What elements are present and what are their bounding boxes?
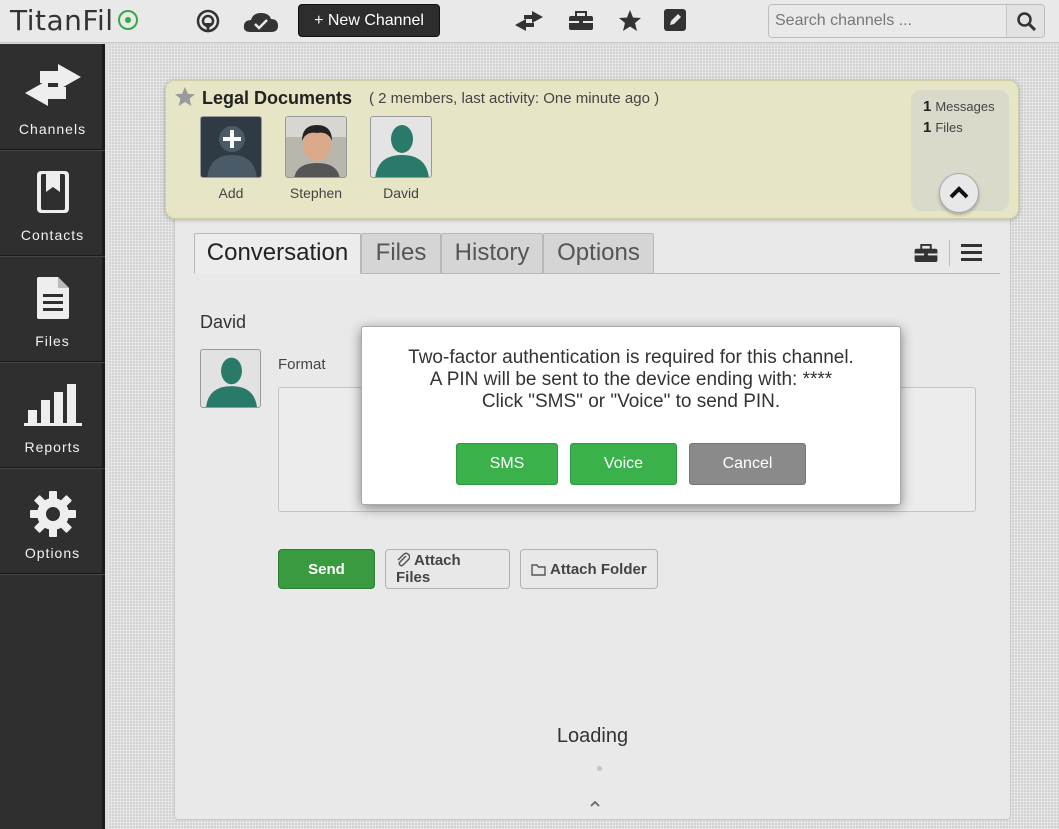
sidebar-item-contacts[interactable]: Contacts	[0, 150, 105, 256]
channel-header: Legal Documents ( 2 members, last activi…	[165, 80, 1019, 219]
cloud-check-icon[interactable]	[243, 11, 279, 33]
tab-conversation[interactable]: Conversation	[194, 233, 361, 274]
attach-files-button[interactable]: Attach Files	[385, 549, 510, 589]
member-name: David	[383, 185, 419, 201]
voice-button[interactable]: Voice	[570, 443, 677, 485]
icon-divider	[949, 240, 950, 266]
folder-icon	[531, 563, 546, 576]
add-user-icon	[207, 126, 257, 177]
author-name: David	[200, 312, 247, 332]
paperclip-icon	[397, 552, 411, 567]
send-button[interactable]: Send	[278, 549, 375, 589]
member-name: Stephen	[289, 185, 343, 201]
app-logo[interactable]: TitanFil	[10, 4, 114, 37]
sidebar-item-files[interactable]: Files	[0, 256, 105, 362]
messages-stat: 1 Messages	[923, 98, 995, 115]
sidebar-item-reports[interactable]: Reports	[0, 362, 105, 468]
sidebar-item-options[interactable]: Options	[0, 468, 105, 574]
file-icon	[36, 277, 69, 319]
favorite-star-icon[interactable]	[174, 86, 196, 107]
member-name: Add	[218, 185, 244, 201]
user-photo-icon	[286, 117, 346, 177]
logo-mark-icon	[118, 10, 138, 30]
briefcase-icon[interactable]	[568, 11, 594, 31]
tab-history[interactable]: History	[441, 233, 543, 274]
files-label: Files	[935, 120, 963, 135]
edit-icon[interactable]	[664, 9, 686, 31]
arrows-swap-icon	[24, 64, 81, 106]
format-toggle[interactable]: Format	[278, 356, 326, 373]
two-factor-dialog: Two-factor authentication is required fo…	[361, 326, 901, 505]
star-icon[interactable]	[618, 9, 642, 32]
search-input[interactable]	[769, 5, 1007, 37]
sidebar-item-label: Channels	[18, 121, 87, 137]
sms-button[interactable]: SMS	[456, 443, 558, 485]
briefcase-icon[interactable]	[913, 244, 939, 263]
add-member-avatar	[200, 116, 262, 178]
dialog-line-1: Two-factor authentication is required fo…	[408, 347, 854, 368]
default-user-icon	[375, 125, 429, 177]
gear-icon	[29, 491, 76, 537]
cancel-button[interactable]: Cancel	[689, 443, 806, 485]
sidebar-item-label: Reports	[24, 439, 81, 455]
sidebar: Channels Contacts Files Reports Options	[0, 44, 105, 829]
top-bar: TitanFil + New Channel	[0, 0, 1059, 43]
tab-options[interactable]: Options	[543, 233, 654, 274]
broadcast-icon[interactable]	[196, 9, 220, 35]
sidebar-item-channels[interactable]: Channels	[0, 44, 105, 150]
dialog-line-2: A PIN will be sent to the device ending …	[429, 369, 833, 390]
member-david[interactable]: David	[370, 116, 432, 201]
collapse-header-button[interactable]	[939, 173, 979, 213]
dialog-line-3: Click "SMS" or "Voice" to send PIN.	[481, 391, 781, 412]
search-button[interactable]	[1006, 5, 1044, 37]
channel-stats: 1 Messages 1 Files	[911, 90, 1009, 213]
messages-count: 1	[923, 98, 932, 115]
avatar	[285, 116, 347, 178]
sidebar-item-label: Contacts	[20, 227, 85, 243]
files-stat: 1 Files	[923, 119, 963, 136]
avatar	[370, 116, 432, 178]
sidebar-item-label: Files	[35, 333, 70, 349]
tab-files[interactable]: Files	[361, 233, 441, 274]
loading-dot	[597, 766, 602, 771]
author-avatar	[200, 349, 261, 408]
member-stephen[interactable]: Stephen	[285, 116, 347, 201]
channel-title: Legal Documents	[202, 88, 353, 108]
chevron-up-icon[interactable]	[590, 800, 600, 808]
attach-folder-label: Attach Folder	[550, 560, 647, 578]
address-book-icon	[36, 171, 69, 213]
search-icon	[1017, 12, 1036, 31]
dialog-message: Two-factor authentication is required fo…	[362, 347, 900, 413]
transfer-arrows-icon[interactable]	[514, 10, 544, 32]
attach-folder-button[interactable]: Attach Folder	[520, 549, 658, 589]
add-member-button[interactable]: Add	[200, 116, 262, 201]
chevron-up-icon	[949, 186, 969, 199]
loading-text: Loading	[556, 725, 629, 747]
new-channel-button[interactable]: + New Channel	[298, 4, 440, 37]
menu-icon[interactable]	[961, 244, 982, 262]
files-count: 1	[923, 119, 932, 136]
search-box	[768, 4, 1045, 38]
channel-meta: ( 2 members, last activity: One minute a…	[369, 90, 660, 107]
bar-chart-icon	[23, 384, 82, 426]
default-user-icon	[206, 357, 257, 407]
messages-label: Messages	[935, 99, 995, 114]
sidebar-item-label: Options	[24, 545, 81, 561]
